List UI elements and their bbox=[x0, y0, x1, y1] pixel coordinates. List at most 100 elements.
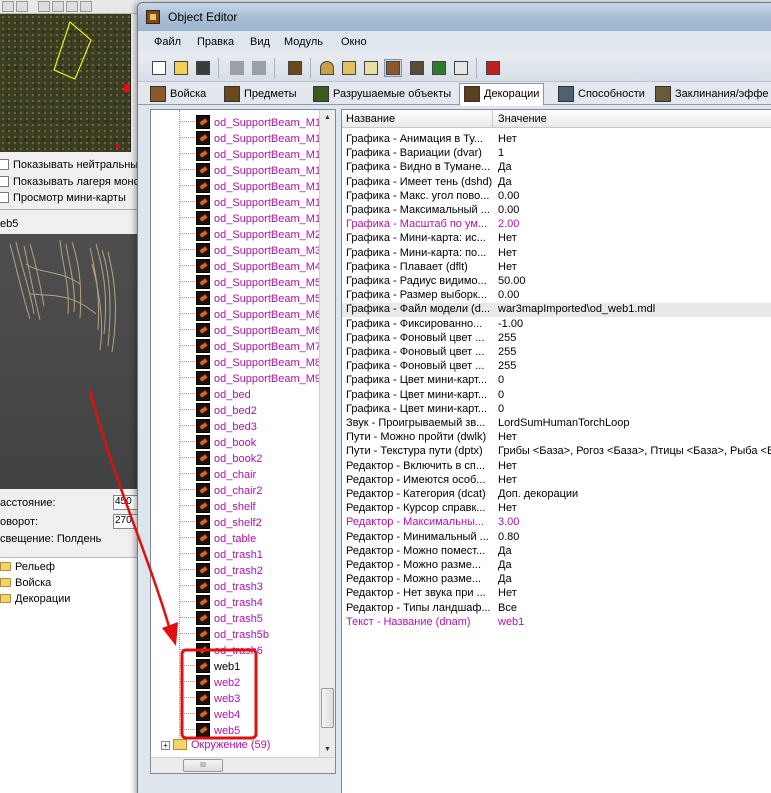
property-row[interactable]: Графика - Цвет мини-карт... 0 bbox=[342, 389, 771, 403]
tree-item[interactable]: web2 bbox=[180, 675, 240, 691]
property-row[interactable]: Графика - Видно в Тумане... Да bbox=[342, 161, 771, 175]
tree-item[interactable]: od_table bbox=[180, 531, 256, 547]
palette-folder-units[interactable]: Войска bbox=[0, 577, 51, 589]
test-map-button[interactable] bbox=[484, 59, 502, 77]
tree-item[interactable]: od_shelf2 bbox=[180, 515, 262, 531]
tree-item[interactable]: od_SupportBeam_M5 bbox=[180, 275, 321, 291]
tree-scroll-thumb[interactable] bbox=[321, 688, 334, 728]
tree-item[interactable]: od_book bbox=[180, 435, 256, 451]
tree-vertical-scrollbar[interactable]: ▲ ▼ bbox=[319, 110, 335, 758]
property-value[interactable]: 50.00 bbox=[498, 275, 771, 287]
column-header-name[interactable]: Название bbox=[346, 113, 395, 125]
tree-item[interactable]: od_trash1 bbox=[180, 547, 263, 563]
minimap[interactable] bbox=[0, 14, 131, 152]
palette-folder-doodads[interactable]: Декорации bbox=[0, 593, 70, 605]
property-value[interactable]: 0.00 bbox=[498, 204, 771, 216]
tree-item[interactable]: web4 bbox=[180, 707, 240, 723]
toolbar-button[interactable] bbox=[52, 1, 64, 12]
tab-units[interactable]: Войска bbox=[146, 84, 210, 105]
property-row[interactable]: Редактор - Имеются особ... Нет bbox=[342, 474, 771, 488]
property-row[interactable]: Графика - Цвет мини-карт... 0 bbox=[342, 374, 771, 388]
property-value[interactable]: web1 bbox=[498, 616, 771, 628]
tree-item[interactable]: od_SupportBeam_M1 bbox=[180, 195, 321, 211]
toolbar-button[interactable] bbox=[80, 1, 92, 12]
tab-items[interactable]: Предметы bbox=[220, 84, 301, 105]
property-row[interactable]: Графика - Радиус видимо... 50.00 bbox=[342, 275, 771, 289]
property-value[interactable]: 0.00 bbox=[498, 190, 771, 202]
tree-item[interactable]: od_chair bbox=[180, 467, 256, 483]
property-value[interactable]: Нет bbox=[498, 431, 771, 443]
property-row[interactable]: Графика - Цвет мини-карт... 0 bbox=[342, 403, 771, 417]
property-row[interactable]: Пути - Можно пройти (dwlk) Нет bbox=[342, 431, 771, 445]
prop-distance-value[interactable]: 450 bbox=[113, 495, 140, 510]
property-row[interactable]: Пути - Текстура пути (dptx) Грибы <База>,… bbox=[342, 445, 771, 459]
property-row[interactable]: Редактор - Можно помест... Да bbox=[342, 545, 771, 559]
property-row[interactable]: Графика - Вариации (dvar) 1 bbox=[342, 147, 771, 161]
tab-buffs[interactable]: Заклинания/эффе bbox=[651, 84, 771, 105]
property-value[interactable]: Нет bbox=[498, 502, 771, 514]
property-row[interactable]: Графика - Максимальный ... 0.00 bbox=[342, 204, 771, 218]
property-row[interactable]: Редактор - Нет звука при ... Нет bbox=[342, 587, 771, 601]
property-value[interactable]: Нет bbox=[498, 587, 771, 599]
model-preview[interactable] bbox=[0, 234, 140, 489]
option-minimap-preview[interactable]: Просмотр мини-карты bbox=[0, 192, 126, 204]
tree-item[interactable]: web3 bbox=[180, 691, 240, 707]
import-button[interactable] bbox=[452, 59, 470, 77]
property-value[interactable]: Да bbox=[498, 176, 771, 188]
property-value[interactable]: 0.00 bbox=[498, 289, 771, 301]
tree-item[interactable]: od_SupportBeam_M4 bbox=[180, 259, 321, 275]
menu-file[interactable]: Файл bbox=[154, 36, 181, 48]
palette-folder-terrain[interactable]: Рельеф bbox=[0, 561, 55, 573]
property-value[interactable]: Все bbox=[498, 602, 771, 614]
checkbox-icon[interactable] bbox=[0, 159, 9, 170]
property-value[interactable]: 0.80 bbox=[498, 531, 771, 543]
menu-window[interactable]: Окно bbox=[341, 36, 367, 48]
scroll-up-icon[interactable]: ▲ bbox=[321, 110, 334, 125]
tree-item[interactable]: od_bed2 bbox=[180, 403, 257, 419]
save-button[interactable] bbox=[194, 59, 212, 77]
tree-item[interactable]: od_trash5b bbox=[180, 627, 269, 643]
tree-hscroll-thumb[interactable]: III bbox=[183, 759, 223, 772]
property-row[interactable]: Редактор - Максимальны... 3.00 bbox=[342, 516, 771, 530]
tree-item[interactable]: od_trash3 bbox=[180, 579, 263, 595]
tree-folder-environment[interactable]: + Окружение (59) bbox=[161, 739, 270, 755]
paste-button[interactable] bbox=[250, 59, 268, 77]
property-row[interactable]: Графика - Мини-карта: по... Нет bbox=[342, 247, 771, 261]
property-row[interactable]: Графика - Размер выборк... 0.00 bbox=[342, 289, 771, 303]
property-row[interactable]: Графика - Фоновый цвет ... 255 bbox=[342, 332, 771, 346]
property-row[interactable]: Редактор - Можно разме... Да bbox=[342, 573, 771, 587]
object-editor-button[interactable] bbox=[384, 59, 402, 77]
property-value[interactable]: 2.00 bbox=[498, 218, 771, 230]
menu-edit[interactable]: Правка bbox=[197, 36, 234, 48]
property-row[interactable]: Графика - Фоновый цвет ... 255 bbox=[342, 360, 771, 374]
tree-item[interactable]: od_SupportBeam_M1 bbox=[180, 163, 321, 179]
property-value[interactable]: 255 bbox=[498, 360, 771, 372]
tree-item[interactable]: od_shelf bbox=[180, 499, 256, 515]
property-value[interactable]: 255 bbox=[498, 332, 771, 344]
property-row[interactable]: Графика - Имеет тень (dshd) Да bbox=[342, 176, 771, 190]
property-value[interactable]: 0 bbox=[498, 374, 771, 386]
property-row[interactable]: Редактор - Типы ландшаф... Все bbox=[342, 602, 771, 616]
new-button[interactable] bbox=[150, 59, 168, 77]
property-value[interactable]: Нет bbox=[498, 460, 771, 472]
object-tree[interactable]: od_SupportBeam_M1 od_SupportBeam_M1 od_Sup… bbox=[150, 109, 336, 774]
property-value[interactable]: Да bbox=[498, 545, 771, 557]
property-row[interactable]: Графика - Плавает (dflt) Нет bbox=[342, 261, 771, 275]
tab-destructibles[interactable]: Разрушаемые объекты bbox=[309, 84, 455, 105]
toolbar-button[interactable] bbox=[66, 1, 78, 12]
property-row[interactable]: Графика - Фиксированно... -1.00 bbox=[342, 318, 771, 332]
property-value[interactable]: Грибы <База>, Рогоз <База>, Птицы <База>… bbox=[498, 445, 771, 457]
property-value[interactable]: 1 bbox=[498, 147, 771, 159]
property-value[interactable]: Доп. декорации bbox=[498, 488, 771, 500]
property-value[interactable]: Нет bbox=[498, 247, 771, 259]
property-row[interactable]: Текст - Название (dnam) web1 bbox=[342, 616, 771, 630]
column-header-value[interactable]: Значение bbox=[498, 113, 547, 125]
tab-abilities[interactable]: Способности bbox=[554, 84, 649, 105]
tree-item[interactable]: od_book2 bbox=[180, 451, 262, 467]
campaign-button[interactable] bbox=[408, 59, 426, 77]
property-value[interactable]: 0 bbox=[498, 389, 771, 401]
property-value[interactable]: Да bbox=[498, 573, 771, 585]
property-value[interactable]: Нет bbox=[498, 133, 771, 145]
tree-item[interactable]: od_SupportBeam_M1 bbox=[180, 115, 321, 131]
property-value[interactable]: war3mapImported\od_web1.mdl bbox=[498, 303, 771, 315]
